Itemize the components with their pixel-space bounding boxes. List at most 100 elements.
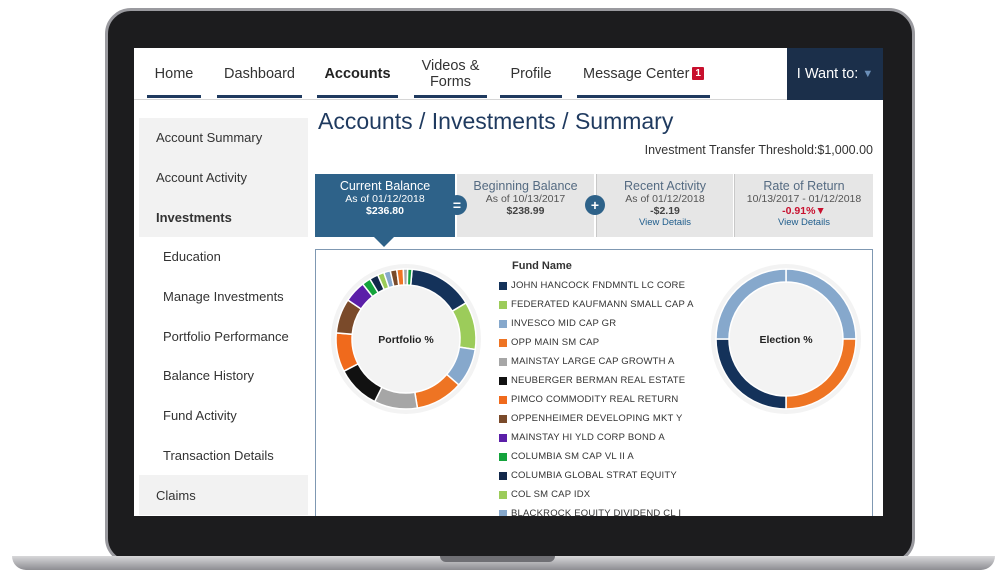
laptop-notch: [440, 556, 555, 562]
rate-of-return-label: Rate of Return: [763, 179, 845, 193]
portfolio-donut-title: Portfolio %: [378, 334, 434, 346]
fund-legend-item: JOHN HANCOCK FNDMNTL LC CORE: [499, 276, 694, 295]
current-balance-date: As of 01/12/2018: [345, 193, 425, 205]
sidebar-item-label: Account Activity: [156, 170, 248, 186]
rate-of-return-value: -0.91%▼: [782, 205, 826, 217]
page-title: Accounts / Investments / Summary: [318, 108, 674, 134]
fund-legend-item: MAINSTAY LARGE CAP GROWTH A: [499, 352, 694, 371]
fund-legend-item: MAINSTAY HI YLD CORP BOND A: [499, 428, 694, 447]
top-navigation: Home Dashboard Accounts Videos & Forms P…: [134, 48, 883, 100]
legend-swatch: [499, 319, 507, 328]
legend-swatch: [499, 471, 507, 480]
fund-name: JOHN HANCOCK FNDMNTL LC CORE: [511, 280, 686, 291]
fund-legend-item: FEDERATED KAUFMANN SMALL CAP A: [499, 295, 694, 314]
nav-accounts-label: Accounts: [324, 65, 391, 82]
portfolio-donut-chart: Portfolio %: [331, 264, 481, 414]
legend-swatch: [499, 433, 507, 442]
sidebar-item-label: Claims: [156, 487, 196, 503]
sidebar-item-account-summary[interactable]: Account Summary: [139, 118, 308, 158]
transfer-threshold: Investment Transfer Threshold:$1,000.00: [644, 143, 873, 157]
fund-legend-item: OPPENHEIMER DEVELOPING MKT Y: [499, 409, 694, 428]
current-balance-card[interactable]: Current Balance As of 01/12/2018 $236.80: [315, 174, 455, 247]
beginning-balance-card[interactable]: Beginning Balance As of 10/13/2017 $238.…: [457, 174, 594, 237]
fund-legend-item: OPP MAIN SM CAP: [499, 333, 694, 352]
i-want-to-label: I Want to:: [796, 66, 859, 82]
election-donut-chart: Election %: [711, 264, 861, 414]
fund-name: NEUBERGER BERMAN REAL ESTATE: [511, 375, 686, 386]
sidebar-item-manage-investments[interactable]: Manage Investments: [139, 276, 308, 317]
sidebar-item-portfolio-performance[interactable]: Portfolio Performance: [139, 316, 308, 357]
fund-name: BLACKROCK EQUITY DIVIDEND CL I: [511, 508, 682, 516]
fund-name: FEDERATED KAUFMANN SMALL CAP A: [511, 299, 694, 310]
sidebar-item-fund-activity[interactable]: Fund Activity: [139, 395, 308, 436]
sidebar-nav: Account Summary Account Activity Investm…: [134, 118, 308, 516]
allocation-panel: Portfolio % Fund Name JOHN HANCOCK FNDMN…: [315, 249, 873, 516]
fund-legend-item: BLACKROCK EQUITY DIVIDEND CL I: [499, 504, 694, 516]
election-donut-title: Election %: [759, 334, 813, 346]
fund-legend: Fund Name JOHN HANCOCK FNDMNTL LC CORE FE…: [499, 260, 694, 516]
nav-videos-label: Videos &: [421, 57, 480, 74]
nav-home-label: Home: [154, 65, 194, 82]
sidebar-item-label: Transaction Details: [163, 447, 274, 463]
recent-activity-label: Recent Activity: [624, 179, 706, 193]
nav-message-center[interactable]: Message Center 1: [577, 48, 710, 99]
sidebar-item-transaction-details[interactable]: Transaction Details: [139, 435, 308, 476]
message-count-badge: 1: [692, 67, 704, 80]
current-balance-value: $236.80: [366, 205, 404, 217]
sidebar-item-claims[interactable]: Claims: [139, 475, 308, 515]
fund-legend-list: JOHN HANCOCK FNDMNTL LC CORE FEDERATED KA…: [499, 276, 694, 516]
fund-legend-item: INVESCO MID CAP GR: [499, 314, 694, 333]
rate-of-return-card[interactable]: Rate of Return 10/13/2017 - 01/12/2018 -…: [734, 174, 873, 237]
sidebar-item-balance-history[interactable]: Balance History: [139, 356, 308, 396]
fund-name: PIMCO COMMODITY REAL RETURN: [511, 394, 679, 405]
rate-of-return-view-details-link[interactable]: View Details: [735, 217, 873, 229]
legend-swatch: [499, 509, 507, 516]
active-pointer: [374, 237, 394, 247]
fund-legend-item: PIMCO COMMODITY REAL RETURN: [499, 390, 694, 409]
nav-profile-label: Profile: [510, 65, 552, 82]
sidebar-item-label: Education: [163, 249, 221, 265]
recent-activity-card[interactable]: Recent Activity As of 01/12/2018 -$2.19 …: [596, 174, 733, 237]
legend-swatch: [499, 376, 507, 385]
sidebar-item-label: Manage Investments: [163, 289, 284, 305]
legend-swatch: [499, 300, 507, 309]
sidebar-item-education[interactable]: Education: [139, 237, 308, 277]
sidebar-item-label: Portfolio Performance: [163, 328, 289, 344]
fund-legend-item: NEUBERGER BERMAN REAL ESTATE: [499, 371, 694, 390]
fund-name: MAINSTAY HI YLD CORP BOND A: [511, 432, 665, 443]
legend-swatch: [499, 490, 507, 499]
fund-legend-item: COL SM CAP IDX: [499, 485, 694, 504]
fund-name: COLUMBIA SM CAP VL II A: [511, 451, 634, 462]
legend-swatch: [499, 338, 507, 347]
nav-forms-label: Forms: [429, 73, 472, 90]
current-balance-label: Current Balance: [339, 179, 431, 193]
legend-swatch: [499, 357, 507, 366]
beginning-balance-label: Beginning Balance: [473, 179, 578, 193]
fund-name: OPP MAIN SM CAP: [511, 337, 600, 348]
fund-name: COLUMBIA GLOBAL STRAT EQUITY: [511, 470, 677, 481]
fund-legend-item: COLUMBIA GLOBAL STRAT EQUITY: [499, 466, 694, 485]
nav-videos-forms[interactable]: Videos & Forms: [414, 48, 487, 99]
nav-dashboard[interactable]: Dashboard: [217, 48, 302, 99]
chevron-down-icon: ▼: [862, 68, 874, 80]
legend-swatch: [499, 452, 507, 461]
fund-legend-title: Fund Name: [512, 260, 572, 272]
nav-home[interactable]: Home: [147, 48, 201, 99]
nav-accounts[interactable]: Accounts: [317, 48, 398, 99]
legend-swatch: [499, 414, 507, 423]
portfolio-donut-slice-16[interactable]: [406, 268, 413, 287]
fund-name: MAINSTAY LARGE CAP GROWTH A: [511, 356, 675, 367]
fund-name: COL SM CAP IDX: [511, 489, 591, 500]
equals-icon: =: [447, 195, 467, 215]
i-want-to-menu[interactable]: I Want to: ▼: [787, 48, 883, 100]
rate-of-return-date: 10/13/2017 - 01/12/2018: [746, 193, 862, 205]
nav-profile[interactable]: Profile: [500, 48, 562, 99]
fund-legend-item: COLUMBIA SM CAP VL II A: [499, 447, 694, 466]
sidebar-item-account-activity[interactable]: Account Activity: [139, 157, 308, 198]
nav-dashboard-label: Dashboard: [224, 65, 295, 82]
beginning-balance-date: As of 10/13/2017: [485, 193, 566, 205]
sidebar-item-investments[interactable]: Investments: [139, 197, 308, 238]
recent-activity-view-details-link[interactable]: View Details: [597, 217, 733, 229]
legend-swatch: [499, 281, 507, 290]
app-screen: Home Dashboard Accounts Videos & Forms P…: [134, 48, 883, 516]
